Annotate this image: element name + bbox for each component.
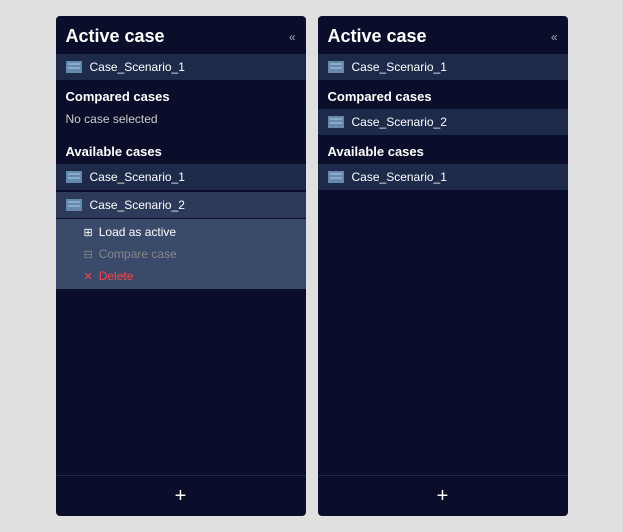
left-available-case-1[interactable]: Case_Scenario_1 bbox=[56, 164, 306, 190]
left-panel-header: Active case « bbox=[56, 16, 306, 53]
left-add-button[interactable]: + bbox=[175, 486, 187, 506]
compare-case-label: Compare case bbox=[99, 247, 177, 261]
right-panel-header: Active case « bbox=[318, 16, 568, 53]
left-active-case-row[interactable]: Case_Scenario_1 bbox=[56, 54, 306, 80]
left-no-case-label: No case selected bbox=[56, 108, 306, 136]
load-as-active-label: Load as active bbox=[99, 225, 176, 239]
right-active-case-name: Case_Scenario_1 bbox=[352, 60, 447, 74]
right-compared-cases-title: Compared cases bbox=[318, 81, 568, 108]
right-compared-case-row[interactable]: Case_Scenario_2 bbox=[318, 109, 568, 135]
right-available-case-1-icon bbox=[328, 171, 344, 183]
delete-icon: ✕ bbox=[84, 270, 93, 283]
right-available-case-1-name: Case_Scenario_1 bbox=[352, 170, 447, 184]
right-add-button[interactable]: + bbox=[437, 486, 449, 506]
right-available-cases-title: Available cases bbox=[318, 136, 568, 163]
right-compared-case-name: Case_Scenario_2 bbox=[352, 115, 447, 129]
left-available-case-2[interactable]: Case_Scenario_2 bbox=[56, 192, 306, 218]
left-available-cases-title: Available cases bbox=[56, 136, 306, 163]
right-panel: Active case « Case_Scenario_1 Compared c… bbox=[318, 16, 568, 516]
right-add-button-row: + bbox=[318, 475, 568, 516]
right-compared-case-icon bbox=[328, 116, 344, 128]
panels-container: Active case « Case_Scenario_1 Compared c… bbox=[46, 6, 578, 526]
left-available-case-1-name: Case_Scenario_1 bbox=[90, 170, 185, 184]
right-spacer bbox=[318, 191, 568, 475]
left-available-case-2-name: Case_Scenario_2 bbox=[90, 198, 185, 212]
left-add-button-row: + bbox=[56, 475, 306, 516]
left-compared-cases-title: Compared cases bbox=[56, 81, 306, 108]
compare-case-icon: ⊟ bbox=[84, 248, 93, 261]
right-available-case-1[interactable]: Case_Scenario_1 bbox=[318, 164, 568, 190]
right-chevron-icon[interactable]: « bbox=[551, 30, 558, 44]
left-available-case-1-icon bbox=[66, 171, 82, 183]
load-as-active-item[interactable]: ⊞ Load as active bbox=[56, 221, 306, 243]
right-active-case-title: Active case bbox=[328, 26, 427, 47]
compare-case-item: ⊟ Compare case bbox=[56, 243, 306, 265]
left-active-case-name: Case_Scenario_1 bbox=[90, 60, 185, 74]
left-panel: Active case « Case_Scenario_1 Compared c… bbox=[56, 16, 306, 516]
left-context-menu: ⊞ Load as active ⊟ Compare case ✕ Delete bbox=[56, 219, 306, 289]
left-chevron-icon[interactable]: « bbox=[289, 30, 296, 44]
left-available-case-2-icon bbox=[66, 199, 82, 211]
left-active-case-icon bbox=[66, 61, 82, 73]
right-active-case-icon bbox=[328, 61, 344, 73]
right-active-case-row[interactable]: Case_Scenario_1 bbox=[318, 54, 568, 80]
delete-label: Delete bbox=[99, 269, 134, 283]
left-active-case-title: Active case bbox=[66, 26, 165, 47]
load-active-icon: ⊞ bbox=[84, 226, 93, 239]
left-spacer bbox=[56, 289, 306, 475]
delete-item[interactable]: ✕ Delete bbox=[56, 265, 306, 287]
